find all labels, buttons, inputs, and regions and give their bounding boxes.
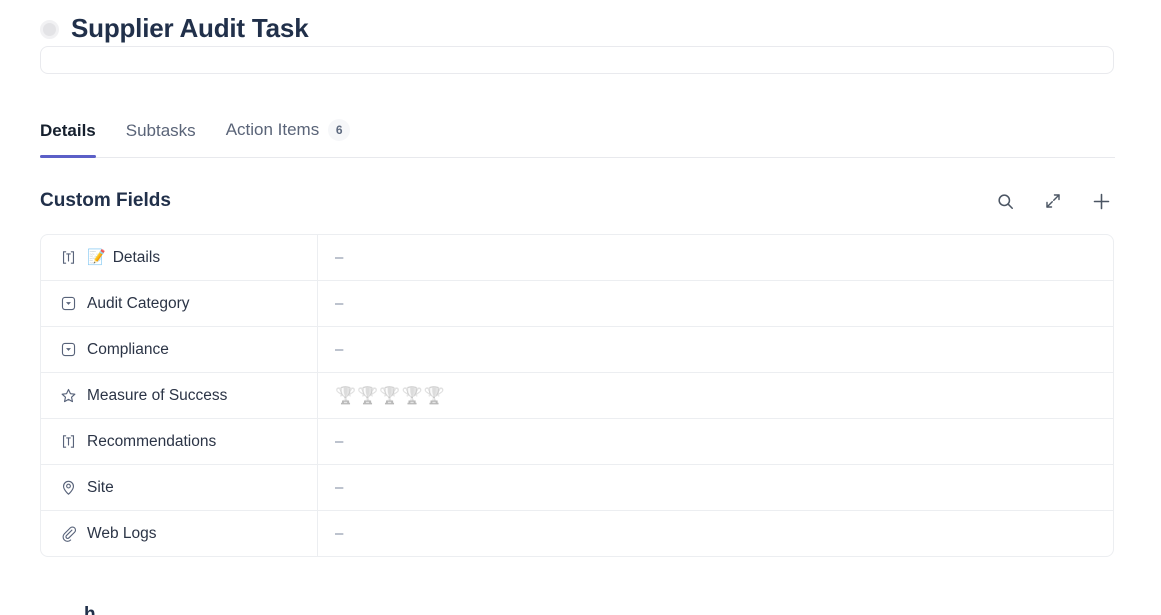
table-row[interactable]: Measure of Success 🏆 🏆 🏆 🏆 🏆 — [41, 373, 1113, 419]
tab-subtasks[interactable]: Subtasks — [126, 121, 196, 157]
plus-icon[interactable] — [1088, 188, 1114, 214]
trophy-icon-5[interactable]: 🏆 — [424, 387, 445, 404]
field-name: Web Logs — [87, 524, 157, 542]
field-label-cell: Compliance — [41, 327, 318, 372]
text-field-icon — [59, 249, 77, 267]
custom-fields-header: Custom Fields — [40, 188, 1114, 214]
dropdown-field-icon — [59, 341, 77, 359]
star-field-icon — [59, 387, 77, 405]
field-label-cell: 📝 Details — [41, 235, 318, 280]
trophy-icon-4[interactable]: 🏆 — [402, 387, 423, 404]
task-detail-page: Supplier Audit Task Details Subtasks Act… — [0, 0, 1161, 615]
next-section-heading-partial: h — [84, 604, 96, 615]
field-value-cell[interactable]: – — [318, 281, 1113, 326]
trophy-icon-2[interactable]: 🏆 — [357, 387, 378, 404]
tab-action-items[interactable]: Action Items 6 — [226, 119, 351, 157]
field-value-cell[interactable]: 🏆 🏆 🏆 🏆 🏆 — [318, 373, 1113, 418]
field-name: Measure of Success — [87, 386, 228, 404]
field-value-cell[interactable]: – — [318, 327, 1113, 372]
attachment-field-icon — [59, 525, 77, 543]
tab-details[interactable]: Details — [40, 121, 96, 158]
trophy-icon-3[interactable]: 🏆 — [379, 387, 400, 404]
custom-fields-table: 📝 Details – Audit Category – Compliance … — [40, 234, 1114, 557]
table-row[interactable]: 📝 Details – — [41, 235, 1113, 281]
section-title: Custom Fields — [40, 190, 171, 211]
table-row[interactable]: Compliance – — [41, 327, 1113, 373]
field-name: Details — [112, 248, 161, 266]
field-label-cell: Audit Category — [41, 281, 318, 326]
trophy-rating[interactable]: 🏆 🏆 🏆 🏆 🏆 — [335, 387, 445, 404]
field-label-cell: Web Logs — [41, 511, 318, 556]
field-value: – — [335, 479, 344, 496]
field-name: Compliance — [87, 340, 169, 358]
field-emoji: 📝 — [87, 249, 106, 266]
field-value: – — [335, 341, 344, 358]
field-value-cell[interactable]: – — [318, 465, 1113, 510]
expand-icon[interactable] — [1040, 188, 1066, 214]
table-row[interactable]: Audit Category – — [41, 281, 1113, 327]
page-title: Supplier Audit Task — [71, 13, 309, 43]
field-label-cell: Measure of Success — [41, 373, 318, 418]
status-circle-icon[interactable] — [40, 19, 59, 39]
field-value: – — [335, 249, 344, 266]
custom-fields-actions — [992, 188, 1114, 214]
dropdown-field-icon — [59, 295, 77, 313]
field-name: Site — [87, 478, 114, 496]
table-row[interactable]: Web Logs – — [41, 511, 1113, 556]
trophy-icon-1[interactable]: 🏆 — [335, 387, 356, 404]
tab-subtasks-label: Subtasks — [125, 121, 196, 140]
field-name: Recommendations — [87, 432, 217, 450]
location-field-icon — [59, 479, 77, 497]
field-label-cell: Site — [41, 465, 318, 510]
tab-bar: Details Subtasks Action Items 6 — [40, 104, 1115, 158]
table-row[interactable]: Recommendations – — [41, 419, 1113, 465]
description-panel[interactable] — [40, 46, 1114, 74]
search-icon[interactable] — [992, 188, 1018, 214]
field-value-cell[interactable]: – — [318, 235, 1113, 280]
field-value: – — [335, 295, 344, 312]
field-label-cell: Recommendations — [41, 419, 318, 464]
tab-action-items-badge: 6 — [328, 119, 351, 141]
tab-action-items-label: Action Items — [225, 120, 320, 139]
field-name: Audit Category — [87, 294, 190, 312]
field-value: – — [335, 433, 344, 450]
tab-details-label: Details — [40, 121, 96, 140]
field-value-cell[interactable]: – — [318, 511, 1113, 556]
field-value-cell[interactable]: – — [318, 419, 1113, 464]
text-field-icon — [59, 433, 77, 451]
task-header: Supplier Audit Task — [0, 0, 1161, 44]
table-row[interactable]: Site – — [41, 465, 1113, 511]
field-value: – — [335, 525, 344, 542]
